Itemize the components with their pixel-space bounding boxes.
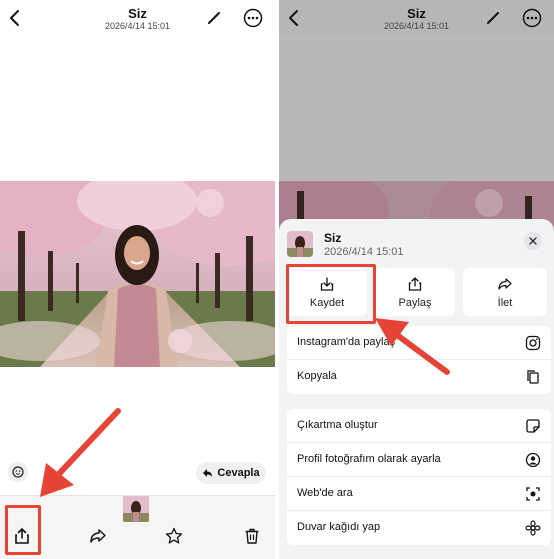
back-icon[interactable] (285, 8, 303, 28)
page-title: Siz (128, 6, 147, 21)
copy-label: Kopyala (297, 370, 337, 382)
create-sticker-row[interactable]: Çıkartma oluştur (287, 409, 551, 443)
forward-tile[interactable]: İlet (463, 268, 547, 316)
edit-pen-icon[interactable] (485, 10, 501, 26)
more-options-icon[interactable] (243, 8, 263, 28)
action-sheet: Siz 2026/4/14 15:01 Kaydet Paylaş İlet I… (279, 219, 554, 559)
sheet-date: 2026/4/14 15:01 (324, 246, 404, 258)
share-icon (15, 527, 29, 544)
top-bar: Siz 2026/4/14 15:01 (279, 0, 554, 36)
screen: Siz 2026/4/14 15:01 Cevapla Siz 2026/4/1… (0, 0, 554, 559)
wallpaper-icon (525, 520, 541, 536)
instagram-icon (525, 335, 541, 351)
trash-icon (245, 528, 259, 544)
sheet-photo-thumbnail (287, 231, 313, 257)
star-icon (165, 527, 183, 544)
share-label: Paylaş (398, 297, 432, 309)
share-button[interactable] (12, 526, 32, 546)
delete-button[interactable] (242, 526, 262, 546)
more-options-icon[interactable] (522, 8, 542, 28)
copy-row[interactable]: Kopyala (287, 360, 551, 394)
reply-button[interactable]: Cevapla (196, 462, 266, 484)
top-bar: Siz 2026/4/14 15:01 (0, 0, 275, 36)
annotation-arrow-left (40, 408, 121, 497)
set-wallpaper-row[interactable]: Duvar kağıdı yap (287, 511, 551, 545)
copy-icon (527, 370, 539, 384)
reply-icon (203, 469, 213, 477)
page-timestamp: 2026/4/14 15:01 (383, 21, 450, 31)
forward-label: İlet (497, 297, 513, 309)
sheet-header: Siz 2026/4/14 15:01 (287, 231, 547, 259)
photo-cherry-blossom[interactable] (0, 181, 275, 367)
set-profile-photo-label: Profil fotoğrafım olarak ayarla (297, 453, 441, 465)
emoji-reaction-button[interactable] (8, 462, 28, 482)
page-timestamp: 2026/4/14 15:01 (104, 21, 171, 31)
reply-label: Cevapla (217, 467, 260, 479)
instagram-share-row[interactable]: Instagram'da paylaş (287, 326, 551, 360)
photo-viewer-left: Siz 2026/4/14 15:01 Cevapla (0, 0, 275, 559)
profile-icon (525, 452, 541, 468)
download-icon (320, 277, 334, 291)
sticker-icon (526, 419, 540, 433)
search-web-label: Web'de ara (297, 487, 353, 499)
title-block: Siz 2026/4/14 15:01 (0, 6, 275, 32)
edit-pen-icon[interactable] (206, 10, 222, 26)
sheet-sender-name: Siz (324, 231, 342, 245)
photo-viewer-right: Siz 2026/4/14 15:01 Siz 2026/4/14 15:01 … (279, 0, 554, 559)
forward-button[interactable] (88, 526, 108, 546)
emoji-add-icon (12, 466, 24, 478)
close-icon (529, 237, 537, 245)
lens-search-icon (526, 487, 540, 501)
title-block: Siz 2026/4/14 15:01 (279, 6, 554, 32)
search-web-row[interactable]: Web'de ara (287, 477, 551, 511)
save-label: Kaydet (309, 297, 345, 309)
forward-icon (498, 278, 512, 290)
close-button[interactable] (524, 232, 542, 250)
share-tile[interactable]: Paylaş (375, 268, 455, 316)
share-icon (408, 277, 422, 291)
more-options-group: Çıkartma oluştur Profil fotoğrafım olara… (287, 409, 551, 545)
share-options-group: Instagram'da paylaş Kopyala (287, 326, 551, 394)
favorite-button[interactable] (164, 526, 184, 546)
create-sticker-label: Çıkartma oluştur (297, 419, 378, 431)
set-profile-photo-row[interactable]: Profil fotoğrafım olarak ayarla (287, 443, 551, 477)
save-tile[interactable]: Kaydet (287, 268, 367, 316)
photo-thumbnail[interactable] (123, 496, 149, 522)
instagram-share-label: Instagram'da paylaş (297, 336, 396, 348)
set-wallpaper-label: Duvar kağıdı yap (297, 521, 381, 533)
page-title: Siz (407, 6, 426, 21)
forward-icon (90, 529, 106, 543)
back-icon[interactable] (6, 8, 24, 28)
